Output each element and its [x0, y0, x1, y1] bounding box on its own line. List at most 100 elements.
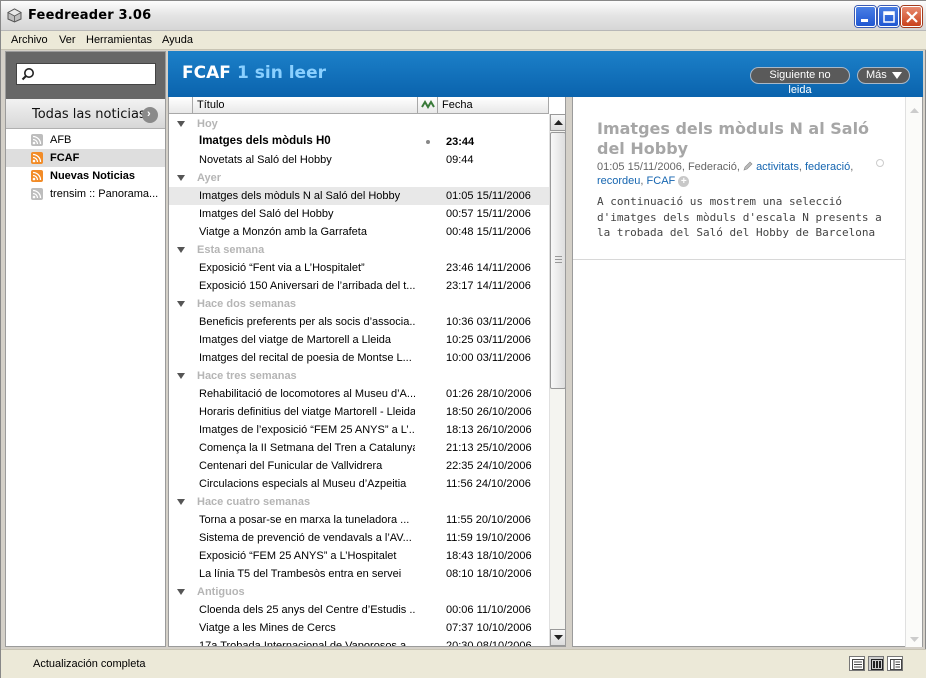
- close-button[interactable]: [901, 6, 922, 27]
- article-date-cell: 10:00 03/11/2006: [446, 352, 531, 364]
- article-date-cell: 10:36 03/11/2006: [446, 316, 531, 328]
- table-row[interactable]: Circulacions especials al Museu d’Azpeit…: [169, 475, 549, 493]
- article-date-cell: 08:10 18/10/2006: [446, 568, 532, 580]
- scroll-down-button[interactable]: [550, 629, 565, 646]
- table-row[interactable]: Sistema de prevenció de vendavals a l’AV…: [169, 529, 549, 547]
- collapse-triangle-icon[interactable]: [177, 175, 185, 181]
- table-row[interactable]: Centenari del Funicular de Vallvidrera 22…: [169, 457, 549, 475]
- group-header[interactable]: Ayer: [169, 169, 549, 187]
- group-header[interactable]: Esta semana: [169, 241, 549, 259]
- pencil-icon[interactable]: [743, 161, 753, 171]
- arrow-up-icon: [554, 120, 563, 125]
- all-news-header[interactable]: Todas las noticias ›: [6, 99, 165, 129]
- group-header[interactable]: Hace tres semanas: [169, 367, 549, 385]
- table-row[interactable]: Novetats al Saló del Hobby 09:44: [169, 151, 549, 169]
- menu-ayuda[interactable]: Ayuda: [162, 34, 193, 46]
- table-row[interactable]: Imatges del viatge de Martorell a Lleida…: [169, 331, 549, 349]
- table-row[interactable]: Imatges del Saló del Hobby 00:57 15/11/20…: [169, 205, 549, 223]
- collapse-triangle-icon[interactable]: [177, 499, 185, 505]
- article-title-cell: Beneficis preferents per als socis d’ass…: [199, 316, 415, 328]
- close-icon: [906, 11, 918, 23]
- layout-columns-button[interactable]: [868, 656, 884, 671]
- arrow-down-icon[interactable]: [910, 634, 919, 646]
- group-header[interactable]: Hace dos semanas: [169, 295, 549, 313]
- table-row[interactable]: Exposició “FEM 25 ANYS” a L’Hospitalet 18…: [169, 547, 549, 565]
- feed-item[interactable]: Nuevas Noticias: [6, 167, 165, 185]
- collapse-triangle-icon[interactable]: [177, 301, 185, 307]
- search-field[interactable]: [37, 66, 152, 82]
- article-author: Federació: [687, 161, 737, 173]
- article-date-cell: 22:35 24/10/2006: [446, 460, 532, 472]
- table-row[interactable]: Imatges dels mòduls H0 23:44: [169, 133, 549, 151]
- collapse-triangle-icon[interactable]: [177, 589, 185, 595]
- menu-ver[interactable]: Ver: [59, 34, 76, 46]
- table-row[interactable]: Exposició 150 Aniversari de l’arribada d…: [169, 277, 549, 295]
- menu-archivo[interactable]: Archivo: [11, 34, 48, 46]
- title-bar[interactable]: Feedreader 3.06: [1, 1, 926, 31]
- detail-scrollbar[interactable]: [905, 97, 922, 647]
- column-date[interactable]: Fecha: [438, 97, 549, 114]
- list-scrollbar[interactable]: [549, 114, 565, 646]
- article-date-cell: 18:43 18/10/2006: [446, 550, 532, 562]
- table-row[interactable]: Rehabilitació de locomotores al Museu d’…: [169, 385, 549, 403]
- group-label: Esta semana: [197, 244, 265, 256]
- layout-view-button[interactable]: [849, 656, 865, 671]
- table-row[interactable]: La línia T5 del Trambesòs entra en serve…: [169, 565, 549, 583]
- layout-split-button[interactable]: [887, 656, 903, 671]
- tag-link[interactable]: federació: [805, 161, 850, 173]
- scroll-thumb[interactable]: [550, 132, 565, 389]
- add-tag-icon[interactable]: +: [678, 176, 690, 187]
- article-date-cell: 20:30 08/10/2006: [446, 640, 532, 647]
- feed-item[interactable]: FCAF: [6, 149, 165, 167]
- table-row[interactable]: 17a Trobada Internacional de Vaporosos a…: [169, 637, 549, 647]
- article-title-cell: Exposició “FEM 25 ANYS” a L’Hospitalet: [199, 550, 397, 562]
- table-row[interactable]: Viatge a les Mines de Cercs 07:37 10/10/2…: [169, 619, 549, 637]
- chevron-right-icon[interactable]: ›: [142, 107, 158, 123]
- tag-link[interactable]: recordeu: [597, 175, 640, 187]
- next-unread-button[interactable]: Siguiente no leida: [750, 67, 850, 96]
- group-header[interactable]: Antiguos: [169, 583, 549, 601]
- tag-link[interactable]: FCAF: [647, 175, 676, 187]
- article-date-cell: 11:55 20/10/2006: [446, 514, 531, 526]
- table-row[interactable]: Horaris definitius del viatge Martorell …: [169, 403, 549, 421]
- article-title-cell: Torna a posar-se en marxa la tuneladora …: [199, 514, 410, 526]
- search-input[interactable]: [16, 63, 156, 85]
- unread-dot-icon[interactable]: [426, 140, 430, 144]
- search-area: [6, 52, 165, 99]
- article-date-cell: 00:48 15/11/2006: [446, 226, 531, 238]
- article-date-cell: 21:13 25/10/2006: [446, 442, 532, 454]
- collapse-triangle-icon[interactable]: [177, 247, 185, 253]
- article-title-cell: 17a Trobada Internacional de Vaporosos a…: [199, 640, 415, 647]
- menu-herramientas[interactable]: Herramientas: [86, 34, 152, 46]
- article-title[interactable]: Imatges dels mòduls N al Saló del Hobby: [597, 119, 887, 159]
- article-title-cell: Horaris definitius del viatge Martorell …: [199, 406, 415, 418]
- collapse-triangle-icon[interactable]: [177, 373, 185, 379]
- status-text: Actualización completa: [33, 658, 146, 670]
- more-button[interactable]: Más: [857, 67, 910, 84]
- scroll-up-button[interactable]: [550, 114, 565, 131]
- table-row[interactable]: Torna a posar-se en marxa la tuneladora …: [169, 511, 549, 529]
- group-header[interactable]: Hace cuatro semanas: [169, 493, 549, 511]
- tag-link[interactable]: activitats: [756, 161, 799, 173]
- feed-item[interactable]: trensim :: Panorama...: [6, 185, 165, 203]
- table-row[interactable]: Exposició “Fent via a L’Hospitalet” 23:46…: [169, 259, 549, 277]
- minimize-button[interactable]: [855, 6, 876, 27]
- column-title[interactable]: Título: [192, 97, 418, 114]
- table-row[interactable]: Imatges dels mòduls N al Saló del Hobby 0…: [169, 187, 549, 205]
- table-row[interactable]: Beneficis preferents per als socis d’ass…: [169, 313, 549, 331]
- table-row[interactable]: Imatges del recital de poesia de Montse …: [169, 349, 549, 367]
- table-row[interactable]: Imatges de l’exposició “FEM 25 ANYS” a L…: [169, 421, 549, 439]
- arrow-down-icon: [554, 635, 563, 640]
- table-row[interactable]: Comença la II Setmana del Tren a Catalun…: [169, 439, 549, 457]
- rss-icon: [31, 152, 43, 164]
- group-header[interactable]: Hoy: [169, 115, 549, 133]
- collapse-triangle-icon[interactable]: [177, 121, 185, 127]
- maximize-button[interactable]: [878, 6, 899, 27]
- feed-item[interactable]: AFB: [6, 131, 165, 149]
- column-flag[interactable]: [418, 97, 438, 114]
- table-row[interactable]: Viatge a Monzón amb la Garrafeta 00:48 15…: [169, 223, 549, 241]
- table-row[interactable]: Cloenda dels 25 anys del Centre d’Estudi…: [169, 601, 549, 619]
- arrow-up-icon[interactable]: [910, 105, 919, 117]
- article-title-cell: Viatge a les Mines de Cercs: [199, 622, 336, 634]
- article-date-cell: 00:06 11/10/2006: [446, 604, 531, 616]
